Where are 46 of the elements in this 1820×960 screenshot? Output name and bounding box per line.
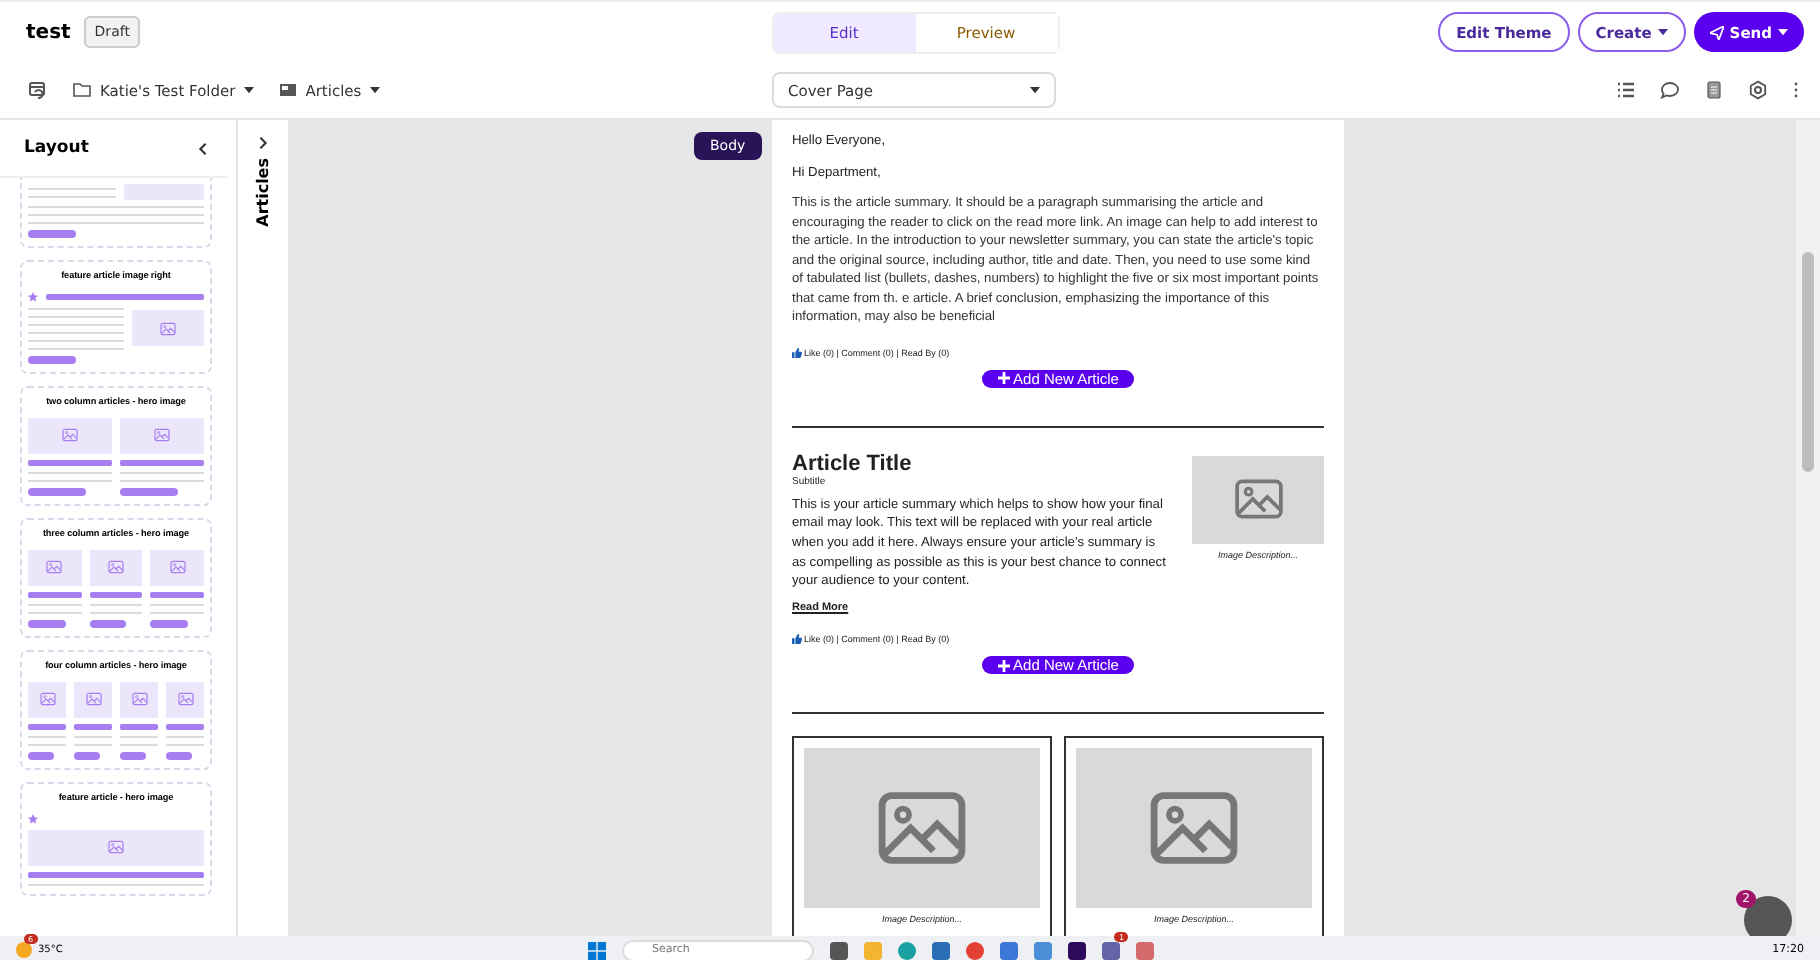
image-icon	[131, 692, 147, 707]
image-icon	[177, 692, 193, 707]
image-icon	[39, 692, 55, 707]
image-icon	[108, 840, 124, 855]
chevron-right-icon[interactable]	[256, 136, 270, 150]
article-title: Article Title	[792, 451, 914, 475]
chevron-left-icon[interactable]	[196, 141, 210, 155]
caret-icon	[243, 86, 254, 94]
send-icon	[1709, 25, 1724, 39]
image-icon	[46, 560, 63, 575]
image-icon	[108, 560, 124, 575]
plus-icon	[997, 659, 1010, 672]
star-icon	[28, 813, 38, 824]
image-icon	[154, 428, 170, 443]
image-icon	[85, 692, 101, 707]
newspaper-icon	[277, 80, 298, 100]
document-title: test	[26, 21, 71, 43]
windows-icon[interactable]	[588, 941, 606, 959]
app-icon[interactable]	[830, 941, 848, 959]
plus-icon	[997, 372, 1010, 384]
thumbs-up-icon	[792, 634, 802, 645]
panel-title: Layout	[24, 138, 89, 158]
scrollbar[interactable]	[1796, 120, 1820, 936]
image-icon	[876, 790, 968, 867]
image-icon	[1233, 478, 1283, 520]
image-icon	[160, 321, 176, 336]
comment-icon[interactable]	[1660, 80, 1680, 100]
caret-icon	[369, 86, 380, 94]
caret-icon	[1030, 86, 1040, 94]
calendar-refresh-icon[interactable]	[28, 80, 48, 100]
notepad-icon[interactable]	[1704, 80, 1724, 100]
settings-icon[interactable]	[1748, 80, 1768, 100]
layout-card[interactable]	[20, 178, 212, 248]
scrollbar-thumb[interactable]	[1802, 252, 1814, 472]
list-icon[interactable]	[1616, 80, 1636, 100]
image-icon	[169, 560, 186, 575]
help-button[interactable]	[1744, 896, 1792, 936]
caret-icon	[1657, 28, 1668, 36]
sun-icon	[16, 942, 32, 958]
more-icon[interactable]	[1792, 80, 1800, 100]
articles-tab[interactable]: Articles	[254, 158, 272, 227]
image-icon	[62, 428, 78, 443]
thumbs-up-icon	[792, 347, 802, 357]
caret-icon	[1778, 28, 1788, 36]
image-icon	[1148, 790, 1240, 867]
star-icon	[28, 291, 38, 302]
